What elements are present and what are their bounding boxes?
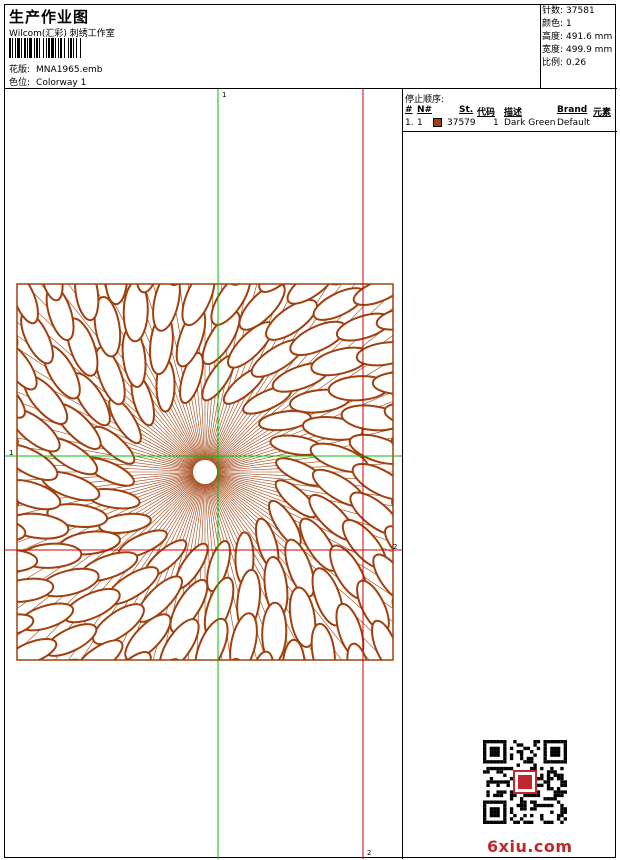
stat-value: 0.26	[566, 58, 587, 68]
petal-stitch	[69, 228, 93, 281]
petal-stitch	[101, 213, 124, 266]
stat-stitches: 针数: 37581	[542, 5, 616, 18]
stat-height: 高度: 491.6 mm	[542, 31, 616, 44]
stat-label: 宽度:	[542, 45, 564, 55]
petal-stitch	[63, 670, 116, 718]
col-brand: Brand	[557, 105, 588, 115]
petal-stitch	[229, 612, 258, 660]
colorway-label: 色位:	[9, 78, 31, 88]
petal-stitch	[171, 694, 213, 749]
row-description: Dark Green	[504, 118, 556, 128]
petal-stitch	[141, 658, 182, 660]
axis-label-2-bottom: 2	[367, 849, 372, 857]
stop-sequence-header: # N# St. 代码 描述 Brand 元素	[403, 103, 617, 118]
row-brand: Default	[557, 118, 590, 128]
petal-stitch	[214, 657, 244, 660]
petal-stitch	[346, 642, 372, 660]
qr-code-image	[483, 740, 567, 824]
axis-label-1-top: 1	[222, 91, 227, 99]
stat-value: 1	[566, 19, 572, 29]
petal-stitch	[172, 657, 217, 717]
production-worksheet: 生产作业图 Wilcom(汇彩) 刺绣工作室 花版: MNA1965.emb 色位…	[4, 4, 617, 859]
stat-scale: 比例: 0.26	[542, 57, 616, 70]
petal-stitch	[132, 201, 162, 256]
petal-stitch	[352, 284, 393, 306]
watermark-logo: 6xiu.com	[487, 837, 573, 856]
petal-stitch	[74, 284, 100, 322]
petal-stitch	[281, 638, 306, 660]
row-stitches: 37579	[447, 118, 476, 128]
stat-label: 高度:	[542, 32, 564, 42]
stat-value: 37581	[566, 6, 595, 16]
design-preview-canvas: 1 1 2 2	[5, 89, 403, 859]
petal-stitch	[355, 341, 393, 367]
stat-colors: 颜色: 1	[542, 18, 616, 31]
col-stitches: St.	[459, 105, 474, 115]
stat-label: 比例:	[542, 58, 564, 68]
axis-label-1-left: 1	[9, 449, 14, 457]
col-needle: N#	[417, 105, 433, 115]
embroidery-motif	[5, 195, 403, 749]
stop-sequence-divider	[403, 131, 617, 132]
barcode-image	[9, 38, 143, 58]
petal-stitch	[38, 284, 64, 302]
petal-stitch	[17, 577, 55, 603]
petal-stitch	[371, 619, 393, 660]
stats-panel: 针数: 37581 颜色: 1 高度: 491.6 mm 宽度: 499.9 mm 比例…	[542, 5, 616, 70]
petal-stitch	[262, 210, 313, 261]
petal-stitch	[133, 690, 180, 744]
petal-stitch	[97, 682, 148, 733]
stat-width: 宽度: 499.9 mm	[542, 44, 616, 57]
page-title: 生产作业图	[9, 8, 90, 26]
colorway-value: Colorway 1	[36, 78, 87, 88]
petal-stitch	[228, 284, 269, 286]
petal-stitch	[5, 330, 7, 383]
colorway-row: 色位: Colorway 1	[9, 75, 86, 88]
petal-stitch	[248, 688, 278, 743]
header-info-panel: 生产作业图 Wilcom(汇彩) 刺绣工作室 花版: MNA1965.emb 色位…	[5, 5, 541, 89]
design-filename: MNA1965.emb	[36, 65, 103, 75]
petal-stitch	[5, 584, 15, 608]
stat-value: 491.6 mm	[566, 32, 613, 42]
stop-sequence-row: 1. 1 37579 1 Dark Green Default	[403, 117, 617, 130]
design-label: 花版:	[9, 65, 31, 75]
worksheet-header: 生产作业图 Wilcom(汇彩) 刺绣工作室 花版: MNA1965.emb 色位…	[5, 5, 617, 89]
petal-stitch	[230, 200, 277, 254]
stat-label: 针数:	[542, 6, 564, 16]
stat-value: 499.9 mm	[566, 45, 613, 55]
petal-stitch	[310, 622, 336, 660]
petal-stitch	[285, 678, 308, 731]
col-hash: #	[405, 105, 413, 115]
row-index: 1.	[405, 118, 414, 128]
motif-stitches	[5, 195, 403, 749]
petal-stitch	[395, 336, 403, 360]
petal-stitch	[152, 284, 181, 332]
petal-stitch	[294, 226, 347, 274]
axis-label-2-right: 2	[393, 543, 398, 551]
petal-stitch	[210, 693, 246, 749]
petal-stitch	[166, 284, 196, 287]
row-needle: 1	[417, 118, 423, 128]
petal-stitch	[104, 284, 129, 306]
row-code: 1	[493, 118, 499, 128]
center-hole	[193, 460, 217, 484]
stat-label: 颜色:	[542, 19, 564, 29]
embroidery-design	[5, 89, 403, 859]
qr-code	[483, 740, 567, 824]
thread-color-swatch	[433, 118, 442, 127]
petal-stitch	[17, 638, 58, 660]
petal-stitch	[317, 662, 341, 715]
petal-stitch	[192, 227, 237, 287]
petal-stitch	[164, 195, 200, 251]
design-file-row: 花版: MNA1965.emb	[9, 62, 102, 75]
petal-stitch	[17, 284, 39, 325]
